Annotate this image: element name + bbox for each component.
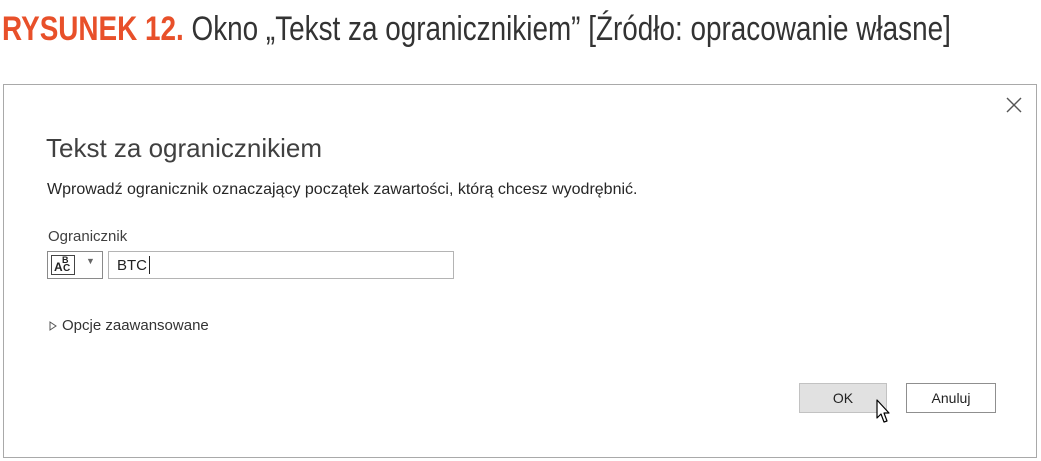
cancel-button[interactable]: Anuluj: [906, 383, 996, 413]
advanced-options-toggle[interactable]: Opcje zaawansowane: [48, 317, 209, 334]
abc-text-type-icon: A B C: [51, 255, 75, 275]
data-type-dropdown[interactable]: A B C ▼: [47, 251, 103, 279]
figure-caption-text: Okno „Tekst za ogranicznikiem” [Źródło: …: [191, 10, 951, 48]
dialog-title: Tekst za ogranicznikiem: [46, 133, 322, 163]
delimiter-label: Ogranicznik: [48, 228, 128, 245]
expand-triangle-icon: [49, 320, 57, 331]
figure-caption-label: RYSUNEK 12.: [2, 10, 184, 48]
text-cursor: [149, 256, 150, 274]
figure-caption: RYSUNEK 12. Okno „Tekst za ogranicznikie…: [2, 6, 951, 52]
delimiter-dialog: Tekst za ogranicznikiem Wprowadź ogranic…: [3, 84, 1037, 458]
mouse-pointer-icon: [876, 399, 890, 423]
close-icon[interactable]: [1004, 95, 1024, 115]
ok-button[interactable]: OK: [799, 383, 887, 413]
dialog-description: Wprowadź ogranicznik oznaczający począte…: [47, 181, 638, 198]
advanced-options-label: Opcje zaawansowane: [62, 317, 209, 334]
delimiter-input[interactable]: [108, 251, 454, 279]
abc-letter-c: C: [63, 263, 71, 274]
chevron-down-icon: ▼: [86, 256, 95, 266]
